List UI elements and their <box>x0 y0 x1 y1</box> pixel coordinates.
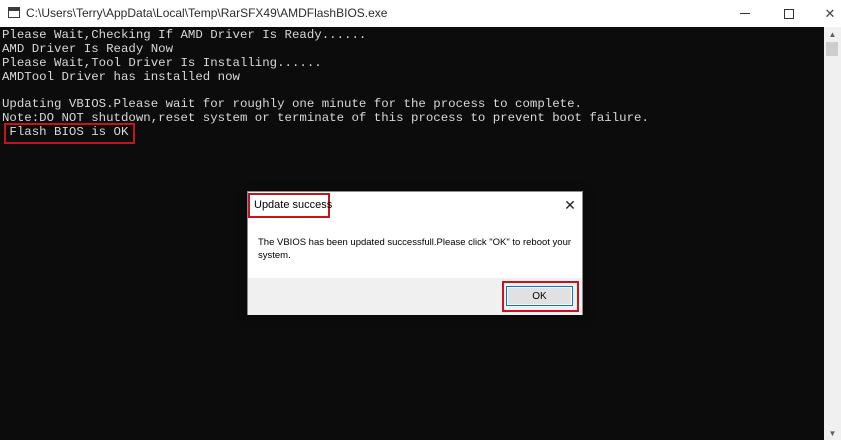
maximize-icon <box>784 8 794 19</box>
console-window: C:\Users\Terry\AppData\Local\Temp\RarSFX… <box>0 0 841 440</box>
update-success-dialog: Update success ✕ The VBIOS has been upda… <box>247 191 583 315</box>
minimize-icon <box>740 13 750 14</box>
close-button[interactable]: ✕ <box>807 0 841 27</box>
minimize-button[interactable] <box>722 0 768 27</box>
scroll-up-arrow-icon[interactable]: ▲ <box>824 27 841 41</box>
window-title: C:\Users\Terry\AppData\Local\Temp\RarSFX… <box>26 6 388 20</box>
scroll-thumb[interactable] <box>826 42 838 56</box>
console-app-icon <box>8 7 20 18</box>
vertical-scrollbar[interactable]: ▲ ▼ <box>824 27 841 440</box>
dialog-title: Update success <box>254 199 333 211</box>
ok-button[interactable]: OK <box>506 286 573 306</box>
console-line: Please Wait,Tool Driver Is Installing...… <box>2 56 322 70</box>
maximize-button[interactable] <box>766 0 812 27</box>
console-line: AMD Driver Is Ready Now <box>2 42 174 56</box>
console-line: Please Wait,Checking If AMD Driver Is Re… <box>2 28 367 42</box>
dialog-message: The VBIOS has been updated successfull.P… <box>258 237 572 261</box>
scroll-down-arrow-icon[interactable]: ▼ <box>824 426 841 440</box>
dialog-close-button[interactable]: ✕ <box>561 196 579 214</box>
title-bar[interactable]: C:\Users\Terry\AppData\Local\Temp\RarSFX… <box>0 0 841 27</box>
console-line: Updating VBIOS.Please wait for roughly o… <box>2 97 582 111</box>
flash-status-highlight <box>4 123 135 144</box>
console-line: AMDTool Driver has installed now <box>2 70 240 84</box>
close-icon: ✕ <box>564 196 576 213</box>
close-icon: ✕ <box>824 5 836 21</box>
